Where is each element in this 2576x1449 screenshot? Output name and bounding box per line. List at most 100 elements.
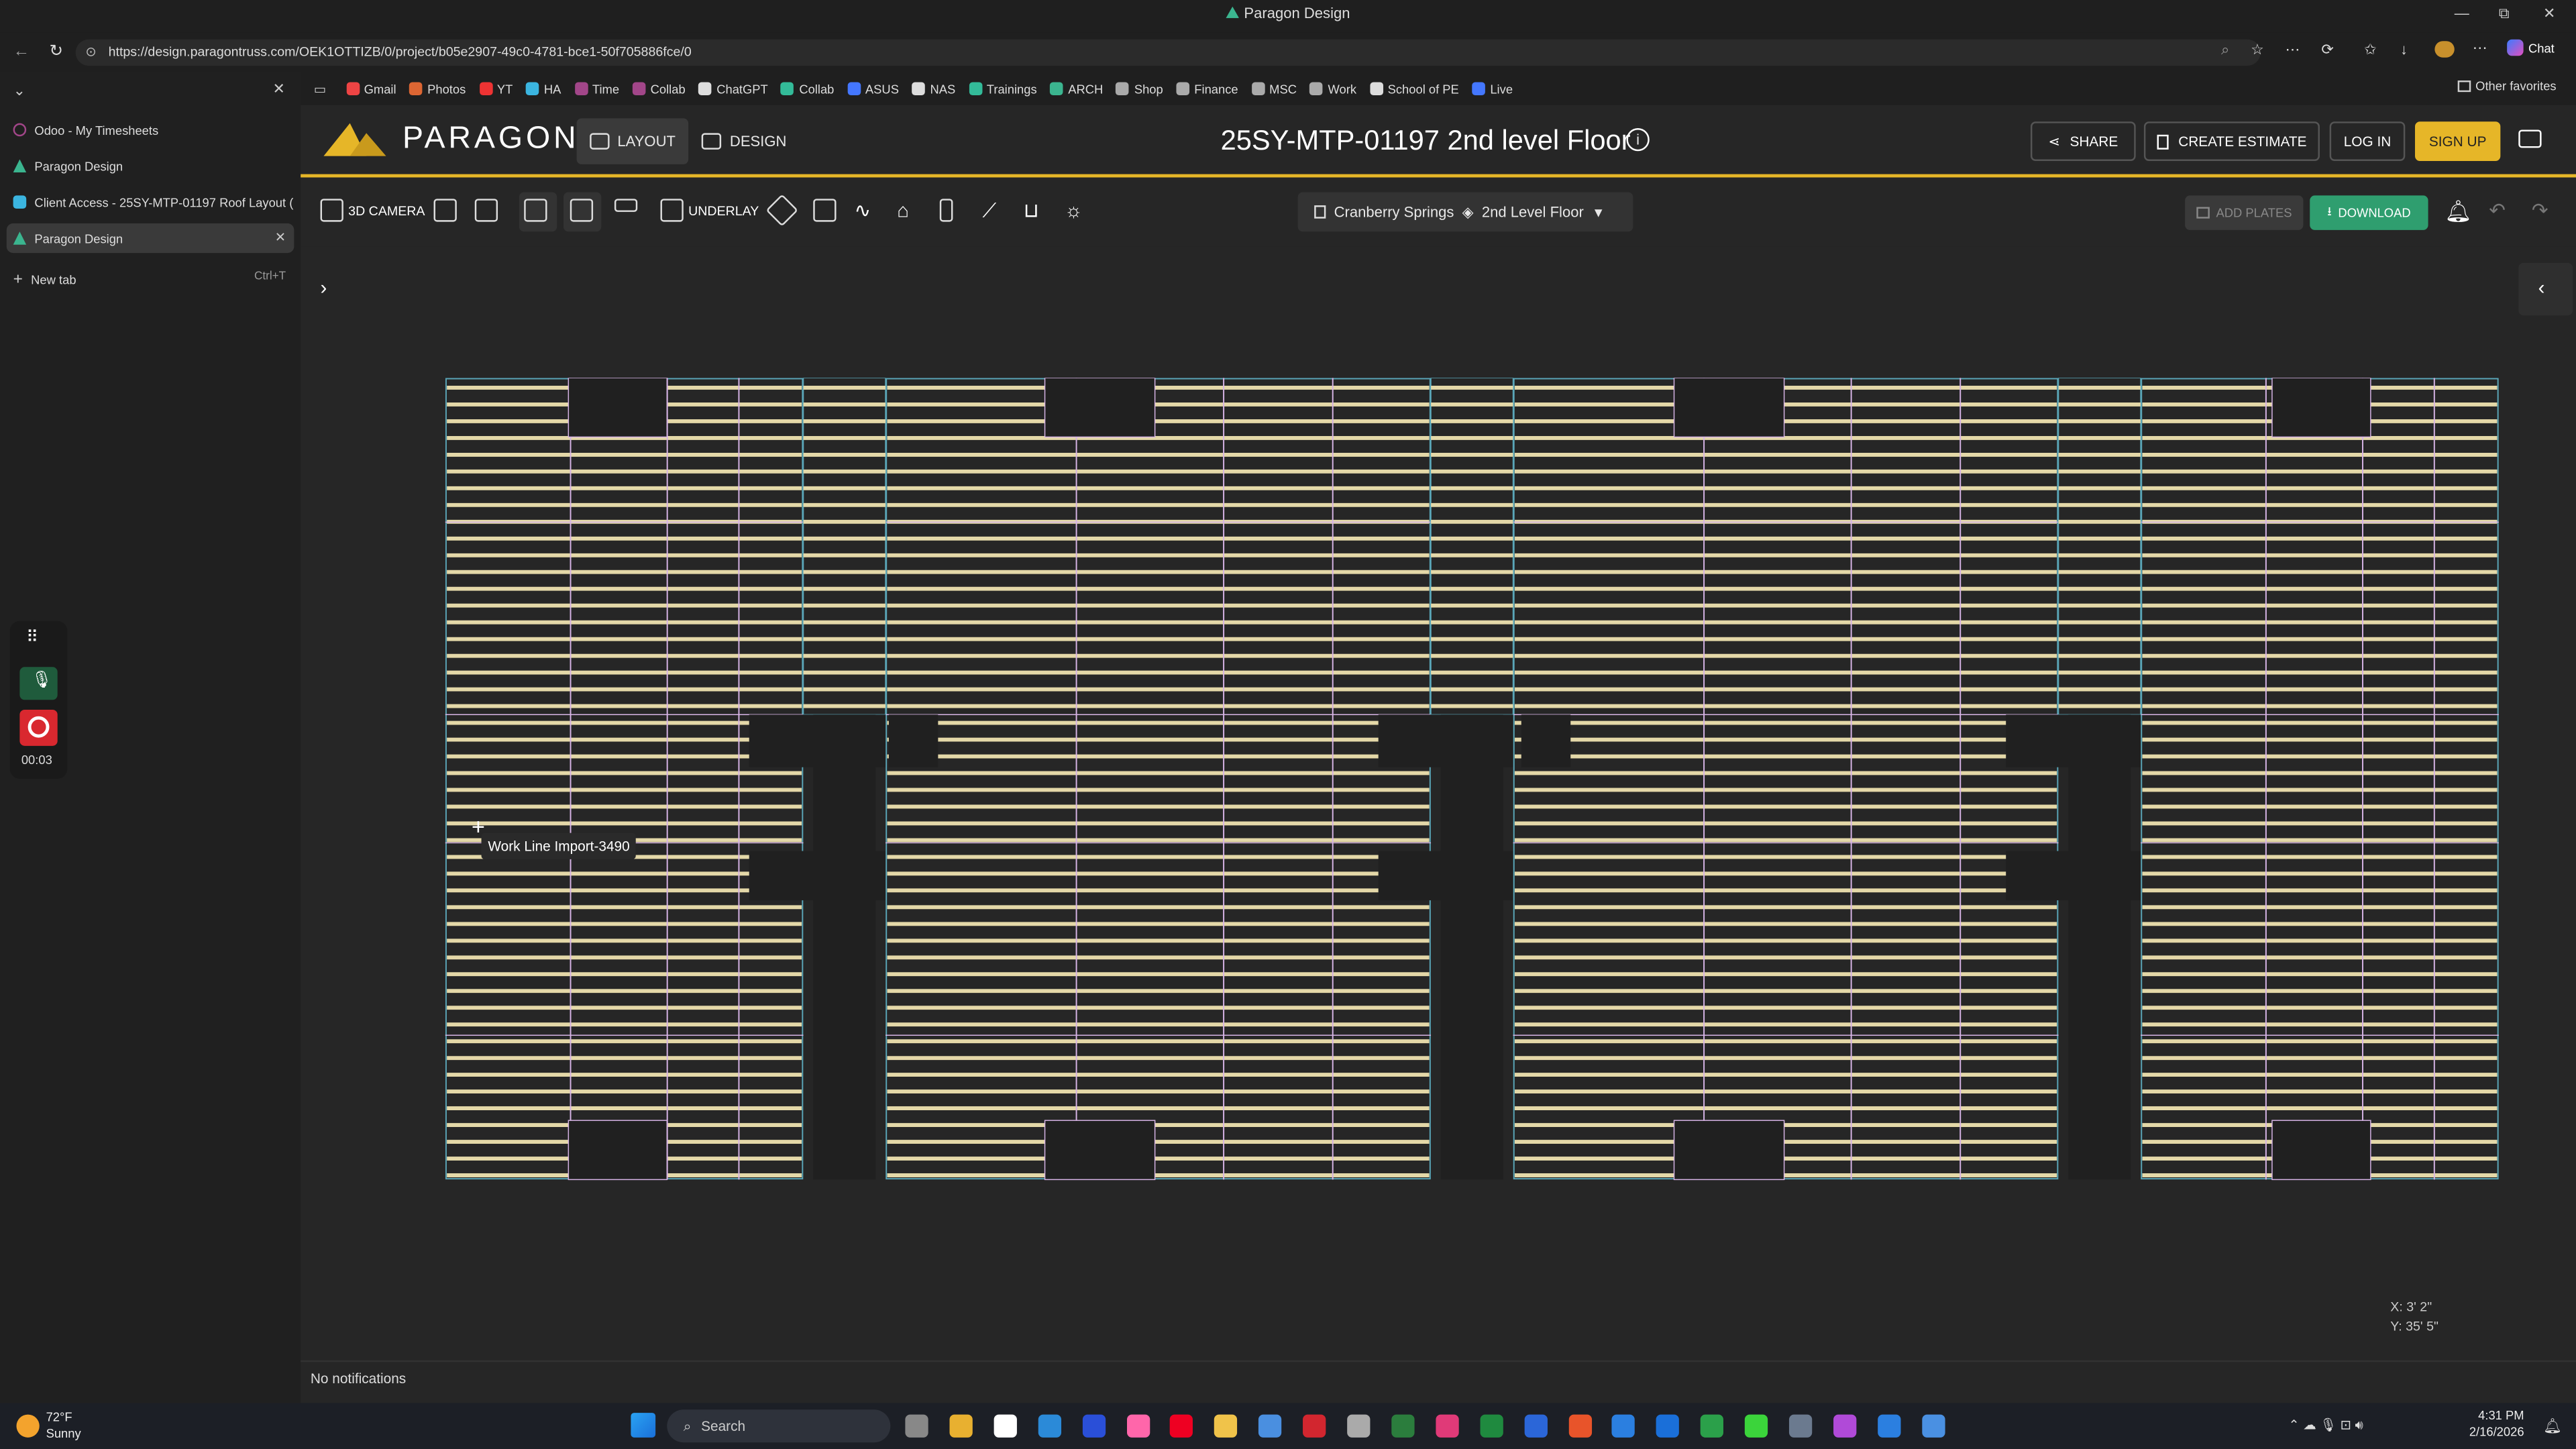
- download-button[interactable]: ⭳ DOWNLOAD: [2310, 195, 2428, 230]
- mail-icon[interactable]: [1656, 1414, 1680, 1438]
- app-grid-icon[interactable]: [1788, 1414, 1813, 1438]
- zoom-fit-tool[interactable]: [433, 199, 457, 222]
- favorite-shop[interactable]: Shop: [1116, 81, 1163, 96]
- refresh-icon[interactable]: ↻: [49, 43, 63, 61]
- curve-tool[interactable]: ∿: [854, 199, 871, 221]
- floor-plan-drawing[interactable]: [445, 378, 2502, 1183]
- teams-icon[interactable]: [1833, 1414, 1857, 1438]
- youtube-icon[interactable]: [1170, 1414, 1193, 1438]
- hearing-icon[interactable]: [1745, 1414, 1768, 1438]
- redo-icon[interactable]: ↷: [2532, 199, 2548, 221]
- sign-up-button[interactable]: SIGN UP: [2415, 121, 2501, 162]
- taskbar-search[interactable]: ⌕ Search: [667, 1409, 891, 1443]
- zoom-window-tool[interactable]: [474, 199, 498, 222]
- favorite-trainings[interactable]: Trainings: [968, 81, 1037, 96]
- url-field[interactable]: ⊙ https://design.paragontruss.com/OEK1OT…: [75, 39, 2261, 66]
- task-view-icon[interactable]: [905, 1414, 928, 1438]
- lighting-tool[interactable]: ☼: [1065, 199, 1083, 221]
- site-info-icon[interactable]: ⊙: [85, 40, 96, 66]
- access-icon[interactable]: [1435, 1414, 1459, 1438]
- 3d-camera-button[interactable]: 3D CAMERA: [320, 199, 425, 222]
- app-icon[interactable]: [1126, 1414, 1150, 1438]
- powerpoint-icon[interactable]: [1568, 1414, 1591, 1438]
- excel-icon[interactable]: [1479, 1414, 1503, 1438]
- recorder-menu-icon[interactable]: ⠿: [26, 629, 38, 647]
- file-explorer-icon[interactable]: [1214, 1414, 1238, 1438]
- truss-tool[interactable]: ⌂: [897, 199, 909, 221]
- floor-view-tool[interactable]: [570, 199, 594, 222]
- collapse-right-panel-button[interactable]: ‹: [2518, 262, 2573, 316]
- collections-icon[interactable]: ✩: [2364, 41, 2376, 59]
- restore-button[interactable]: ⧉: [2499, 5, 2510, 23]
- favorite-photos[interactable]: Photos: [409, 81, 466, 96]
- copilot-chat-button[interactable]: Chat: [2507, 39, 2555, 56]
- profile-avatar[interactable]: [2434, 41, 2455, 58]
- layout-mode-button[interactable]: LAYOUT: [576, 118, 689, 164]
- tab-odoo-timesheets[interactable]: Odoo - My Timesheets: [7, 115, 294, 144]
- notification-center-icon[interactable]: 🔔︎: [2543, 1417, 2562, 1436]
- hanger-tool[interactable]: ⊔: [1024, 199, 1039, 221]
- chrome-icon[interactable]: [949, 1414, 973, 1438]
- joist-tool[interactable]: [813, 199, 837, 222]
- undo-icon[interactable]: ↶: [2489, 199, 2506, 221]
- windows-start-icon[interactable]: [631, 1413, 656, 1438]
- pin-panel-icon[interactable]: ✕: [273, 80, 285, 99]
- favorite-collab[interactable]: Collab: [632, 81, 686, 96]
- tab-paragon-design-active[interactable]: Paragon Design ✕: [6, 223, 294, 254]
- add-plates-button[interactable]: ADD PLATES: [2185, 195, 2304, 230]
- tab-client-access[interactable]: Client Access - 25SY-MTP-01197 Roof Layo…: [7, 187, 294, 217]
- other-favorites-folder[interactable]: Other favorites: [2457, 79, 2557, 94]
- underlay-button[interactable]: UNDERLAY: [660, 199, 759, 222]
- design-canvas[interactable]: › ‹ + Work Line Import-3490 X: 3' 2" Y: …: [301, 246, 2576, 1360]
- calculator-icon[interactable]: [1347, 1414, 1371, 1438]
- favorite-ha[interactable]: HA: [525, 81, 561, 96]
- favorite-msc[interactable]: MSC: [1251, 81, 1297, 96]
- favorite-live[interactable]: Live: [1472, 81, 1513, 96]
- minimize-button[interactable]: —: [2455, 5, 2469, 21]
- weather-widget[interactable]: 72°F Sunny: [16, 1409, 81, 1442]
- log-in-button[interactable]: LOG IN: [2329, 121, 2406, 162]
- favorite-star-icon[interactable]: ☆: [2251, 41, 2264, 59]
- create-estimate-button[interactable]: CREATE ESTIMATE: [2143, 121, 2320, 162]
- chatgpt-icon[interactable]: [994, 1414, 1017, 1438]
- word-icon[interactable]: [1523, 1414, 1547, 1438]
- design-mode-button[interactable]: DESIGN: [695, 118, 794, 164]
- favorite-gmail[interactable]: Gmail: [345, 81, 396, 96]
- back-icon[interactable]: ←: [13, 43, 30, 61]
- new-tab-button[interactable]: + New tab Ctrl+T: [7, 264, 294, 294]
- app-blue-icon[interactable]: [1921, 1414, 1945, 1438]
- tab-paragon-design[interactable]: Paragon Design: [7, 151, 294, 180]
- favorite-work[interactable]: Work: [1309, 81, 1356, 96]
- store-icon[interactable]: [1258, 1414, 1282, 1438]
- level-selector[interactable]: Cranberry Springs ◈ 2nd Level Floor ▼: [1297, 192, 1633, 232]
- project-info-icon[interactable]: i: [1626, 128, 1650, 152]
- favorite-yt[interactable]: YT: [478, 81, 513, 96]
- favorite-arch[interactable]: ARCH: [1050, 81, 1103, 96]
- favorite-nas[interactable]: NAS: [912, 81, 955, 96]
- excel-alt-icon[interactable]: [1391, 1414, 1415, 1438]
- taskbar-clock[interactable]: 4:31 PM 2/16/2026: [2469, 1408, 2524, 1441]
- favorite-collab[interactable]: Collab: [781, 81, 834, 96]
- microphone-button[interactable]: 🎙︎: [19, 667, 58, 700]
- favorite-chatgpt[interactable]: ChatGPT: [698, 81, 768, 96]
- roof-view-tool[interactable]: [524, 199, 547, 222]
- stop-recording-button[interactable]: [19, 709, 58, 746]
- tray-icons[interactable]: ⌃ ☁ 🎙︎ ⊡ 🔊︎: [2288, 1417, 2363, 1434]
- favorite-finance[interactable]: Finance: [1176, 81, 1238, 96]
- downloads-icon[interactable]: ↓: [2400, 41, 2408, 57]
- zoom-icon[interactable]: ⌕: [2221, 41, 2229, 59]
- slope-tool[interactable]: ⟋: [982, 199, 996, 223]
- sheathing-tool[interactable]: [765, 194, 798, 227]
- expand-left-panel-icon[interactable]: ›: [321, 276, 327, 299]
- favorite-asus[interactable]: ASUS: [847, 81, 899, 96]
- collapse-tabs-icon[interactable]: ⌄: [13, 82, 25, 100]
- more-menu-icon[interactable]: ⋯: [2473, 40, 2487, 58]
- app-green-icon[interactable]: [1701, 1414, 1724, 1438]
- beam-tool[interactable]: [939, 199, 953, 222]
- share-button[interactable]: ⋖ SHARE: [2030, 121, 2136, 162]
- close-tab-icon[interactable]: ✕: [275, 230, 286, 245]
- extensions-icon[interactable]: ⋯: [2286, 41, 2300, 59]
- sync-icon[interactable]: ⟳: [2321, 41, 2333, 59]
- paragon-logo[interactable]: PARAGON: [321, 120, 580, 160]
- notifications-bell-icon[interactable]: 🔔︎: [2445, 199, 2471, 225]
